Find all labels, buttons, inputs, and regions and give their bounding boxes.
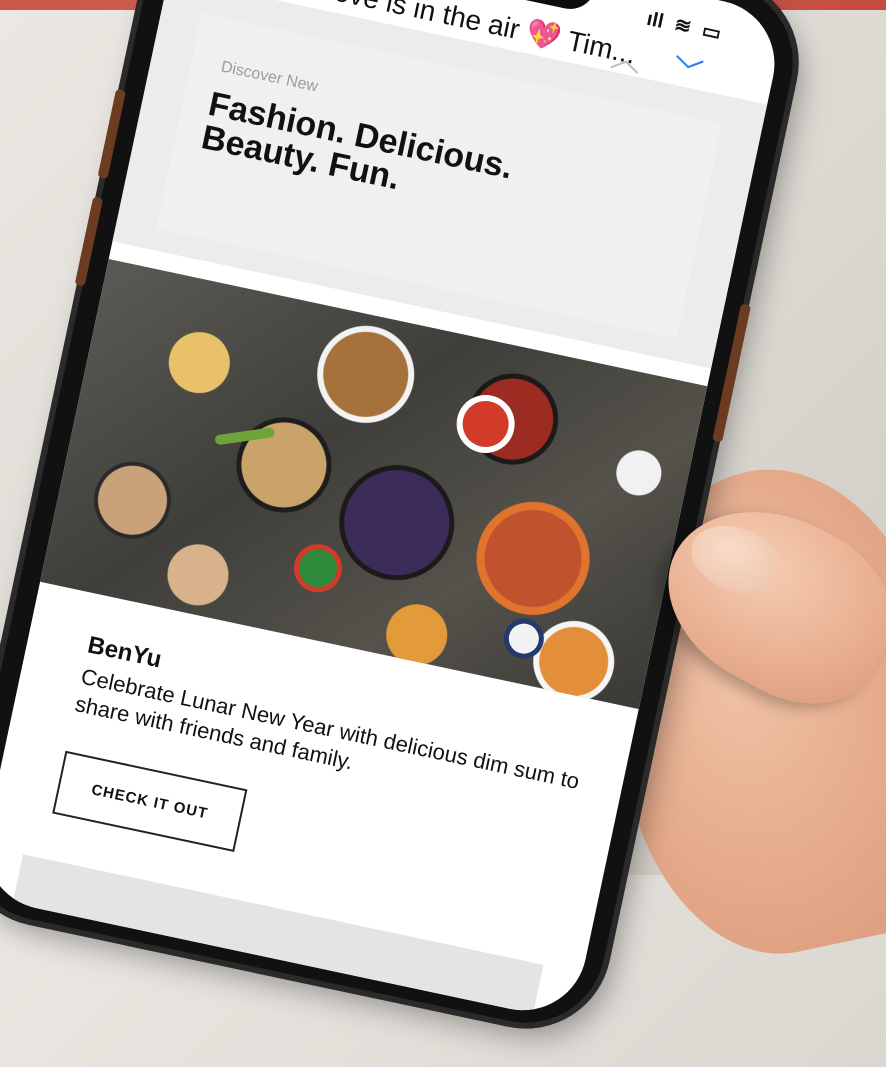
battery-icon: ▭ (699, 19, 724, 46)
check-it-out-button[interactable]: CHECK IT OUT (52, 750, 248, 853)
status-bar: ıll ≋ ▭ (639, 5, 724, 46)
signal-icon: ıll (644, 7, 666, 33)
wifi-icon: ≋ (672, 13, 694, 39)
next-content-card (10, 854, 544, 1023)
